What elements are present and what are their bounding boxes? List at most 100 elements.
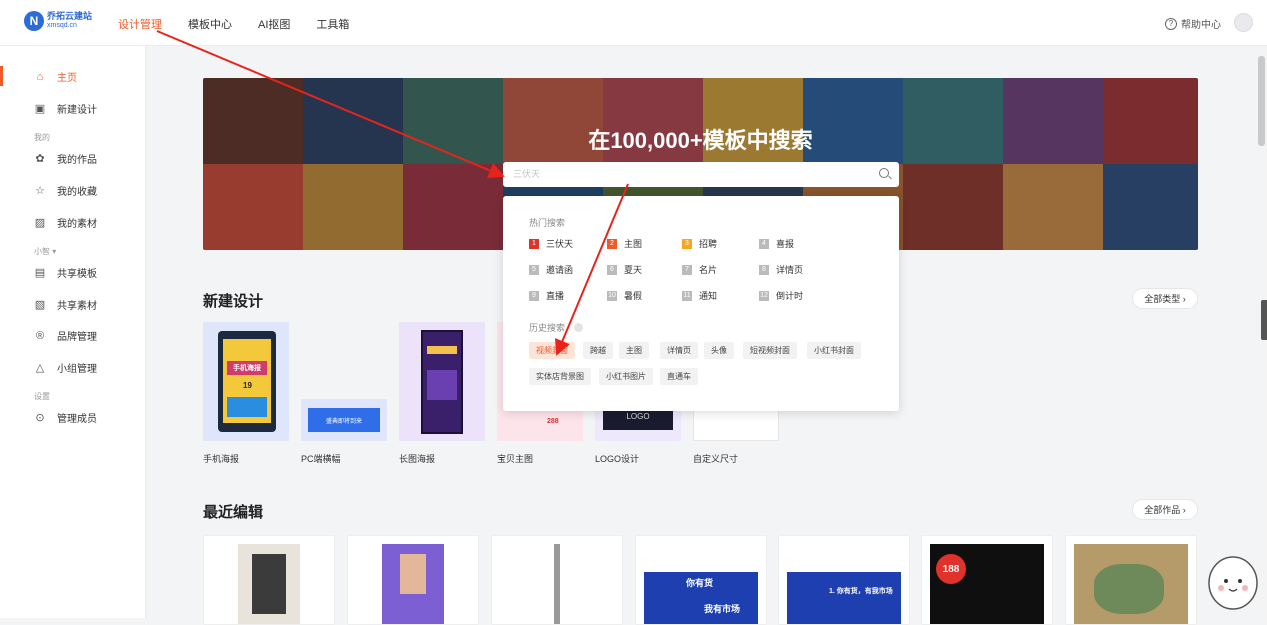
clear-history-icon[interactable] bbox=[574, 323, 583, 332]
hot-search-item[interactable]: 10 暑假 bbox=[607, 289, 642, 302]
new-design-title: 新建设计 bbox=[203, 293, 264, 310]
card-label-pc-banner: PC端横幅 bbox=[301, 454, 341, 464]
history-search-tag[interactable]: 实体店背景图 bbox=[529, 368, 591, 385]
new-file-icon: ▣ bbox=[34, 103, 46, 115]
history-search-tag[interactable]: 头像 bbox=[704, 342, 734, 359]
history-search-tag[interactable]: 视频封面 bbox=[529, 342, 575, 359]
recent-edits-title: 最近编辑 bbox=[203, 504, 264, 521]
rank-badge: 1 bbox=[529, 238, 539, 249]
hot-search-text: 详情页 bbox=[776, 265, 804, 275]
history-search-tag[interactable]: 详情页 bbox=[660, 342, 698, 359]
hot-search-text: 名片 bbox=[699, 265, 718, 275]
sidebar-item-shared-templates[interactable]: ▤ 共享模板 bbox=[34, 265, 97, 280]
help-center-link[interactable]: ? 帮助中心 bbox=[1165, 16, 1221, 31]
card-label-custom-size: 自定义尺寸 bbox=[693, 454, 739, 464]
card-mobile-poster[interactable]: 手机海报 19 bbox=[203, 322, 289, 441]
avatar[interactable] bbox=[1234, 13, 1253, 32]
card-long-poster[interactable] bbox=[399, 322, 485, 441]
rank-badge: 7 bbox=[682, 264, 692, 275]
sidebar-item-shared-materials[interactable]: ▧ 共享素材 bbox=[34, 297, 97, 312]
logo-name: 乔拓云建站 bbox=[47, 11, 93, 21]
recent-item-7[interactable] bbox=[1065, 535, 1197, 625]
recent-item-2[interactable] bbox=[347, 535, 479, 625]
card-pc-banner[interactable]: 盛典即将到来 bbox=[301, 322, 387, 441]
sidebar-item-team-management[interactable]: △ 小组管理 bbox=[34, 360, 97, 375]
rank-badge: 2 bbox=[607, 238, 617, 249]
home-icon: ⌂ bbox=[36, 70, 44, 83]
brand-logo[interactable]: N 乔拓云建站 xmsqd.cn bbox=[24, 11, 92, 31]
card-label-logo-design: LOGO设计 bbox=[595, 454, 640, 464]
hot-search-text: 通知 bbox=[699, 291, 718, 301]
hot-search-item[interactable]: 5 邀请函 bbox=[529, 263, 573, 276]
hot-search-item[interactable]: 3 招聘 bbox=[682, 237, 717, 250]
sidebar-item-members[interactable]: ⊙ 管理成员 bbox=[34, 410, 97, 425]
hot-search-text: 直播 bbox=[546, 291, 565, 301]
logo-domain: xmsqd.cn bbox=[47, 22, 77, 29]
sidebar-item-new-design[interactable]: ▣ 新建设计 bbox=[34, 101, 97, 116]
all-types-button[interactable]: 全部类型 › bbox=[1132, 288, 1198, 309]
active-indicator bbox=[0, 66, 3, 86]
hot-search-item[interactable]: 12 倒计时 bbox=[759, 289, 803, 302]
nav-design-management[interactable]: 设计管理 bbox=[118, 16, 162, 32]
search-input[interactable] bbox=[513, 167, 853, 181]
search-suggestions-dropdown: 热门搜索 1 三伏天 2 主图 3 招聘 4 喜报 5 邀请函 6 夏天 7 名片 8 详情页 9 直播 10 暑假 1… bbox=[503, 196, 899, 411]
sidebar: ⌂ 主页 ▣ 新建设计 我的 ✿ 我的作品 ☆ 我的收藏 ▨ 我的素材 小智 ▾ ▤ 共享模… bbox=[0, 46, 146, 618]
hot-search-item[interactable]: 9 直播 bbox=[529, 289, 564, 302]
rank-badge: 5 bbox=[529, 264, 539, 275]
recent-item-5[interactable]: 1. 你有货，有我市场 bbox=[778, 535, 910, 625]
hot-search-item[interactable]: 1 三伏天 bbox=[529, 237, 573, 250]
rank-badge: 10 bbox=[607, 290, 617, 301]
history-search-tag[interactable]: 小红书封面 bbox=[807, 342, 861, 359]
sidebar-item-my-favorites[interactable]: ☆ 我的收藏 bbox=[34, 183, 97, 198]
brand-r-icon: ® bbox=[35, 329, 45, 342]
hot-search-text: 暑假 bbox=[624, 291, 643, 301]
hot-search-text: 倒计时 bbox=[776, 291, 804, 301]
mascot-icon[interactable] bbox=[1201, 541, 1261, 618]
works-icon: ✿ bbox=[35, 153, 45, 165]
logo-mark-icon: N bbox=[24, 11, 44, 31]
rank-badge: 8 bbox=[759, 264, 769, 275]
hot-search-item[interactable]: 11 通知 bbox=[682, 289, 717, 302]
hot-search-text: 喜报 bbox=[776, 239, 795, 249]
history-search-tag[interactable]: 小红书图片 bbox=[599, 368, 653, 385]
main-nav: 设计管理 模板中心 AI抠图 工具箱 bbox=[118, 16, 375, 32]
hot-search-item[interactable]: 7 名片 bbox=[682, 263, 717, 276]
history-search-tag[interactable]: 短视频封面 bbox=[743, 342, 797, 359]
rank-badge: 4 bbox=[759, 238, 769, 249]
nav-ai-cutout[interactable]: AI抠图 bbox=[258, 16, 290, 32]
history-search-tag[interactable]: 跨越 bbox=[583, 342, 613, 359]
side-float-tab[interactable] bbox=[1261, 300, 1267, 340]
hot-search-item[interactable]: 6 夏天 bbox=[607, 263, 642, 276]
all-works-button[interactable]: 全部作品 › bbox=[1132, 499, 1198, 520]
template-icon: ▤ bbox=[34, 267, 46, 279]
card-label-long-poster: 长图海报 bbox=[399, 454, 436, 464]
history-search-tag[interactable]: 主图 bbox=[619, 342, 649, 359]
hot-search-item[interactable]: 2 主图 bbox=[607, 237, 642, 250]
sidebar-item-brand-management[interactable]: ® 品牌管理 bbox=[34, 328, 97, 344]
recent-item-6[interactable]: 188 bbox=[921, 535, 1053, 625]
recent-item-4[interactable]: 你有货 我有市场 bbox=[635, 535, 767, 625]
poster-number: 19 bbox=[243, 381, 252, 390]
sidebar-group-team[interactable]: 小智 ▾ bbox=[34, 246, 56, 257]
team-icon: △ bbox=[35, 362, 45, 374]
hot-search-text: 三伏天 bbox=[546, 239, 574, 249]
hot-search-item[interactable]: 8 详情页 bbox=[759, 263, 803, 276]
sidebar-item-home[interactable]: ⌂ 主页 bbox=[34, 69, 77, 85]
nav-toolbox[interactable]: 工具箱 bbox=[316, 16, 349, 32]
recent-item-1[interactable] bbox=[203, 535, 335, 625]
image-icon: ▨ bbox=[34, 217, 46, 229]
rank-badge: 9 bbox=[529, 290, 539, 301]
price-text: 288 bbox=[547, 418, 559, 425]
hot-search-text: 夏天 bbox=[624, 265, 643, 275]
history-search-tag[interactable]: 直通车 bbox=[660, 368, 698, 385]
hot-search-text: 邀请函 bbox=[546, 265, 574, 275]
recent-item-3[interactable] bbox=[491, 535, 623, 625]
hot-search-item[interactable]: 4 喜报 bbox=[759, 237, 794, 250]
search-icon[interactable] bbox=[879, 168, 889, 178]
template-search-box[interactable] bbox=[503, 162, 899, 187]
card-label-product-image: 宝贝主图 bbox=[497, 454, 534, 464]
hot-search-text: 招聘 bbox=[699, 239, 718, 249]
sidebar-item-my-works[interactable]: ✿ 我的作品 bbox=[34, 151, 97, 166]
nav-template-center[interactable]: 模板中心 bbox=[188, 16, 232, 32]
sidebar-item-my-materials[interactable]: ▨ 我的素材 bbox=[34, 215, 97, 230]
